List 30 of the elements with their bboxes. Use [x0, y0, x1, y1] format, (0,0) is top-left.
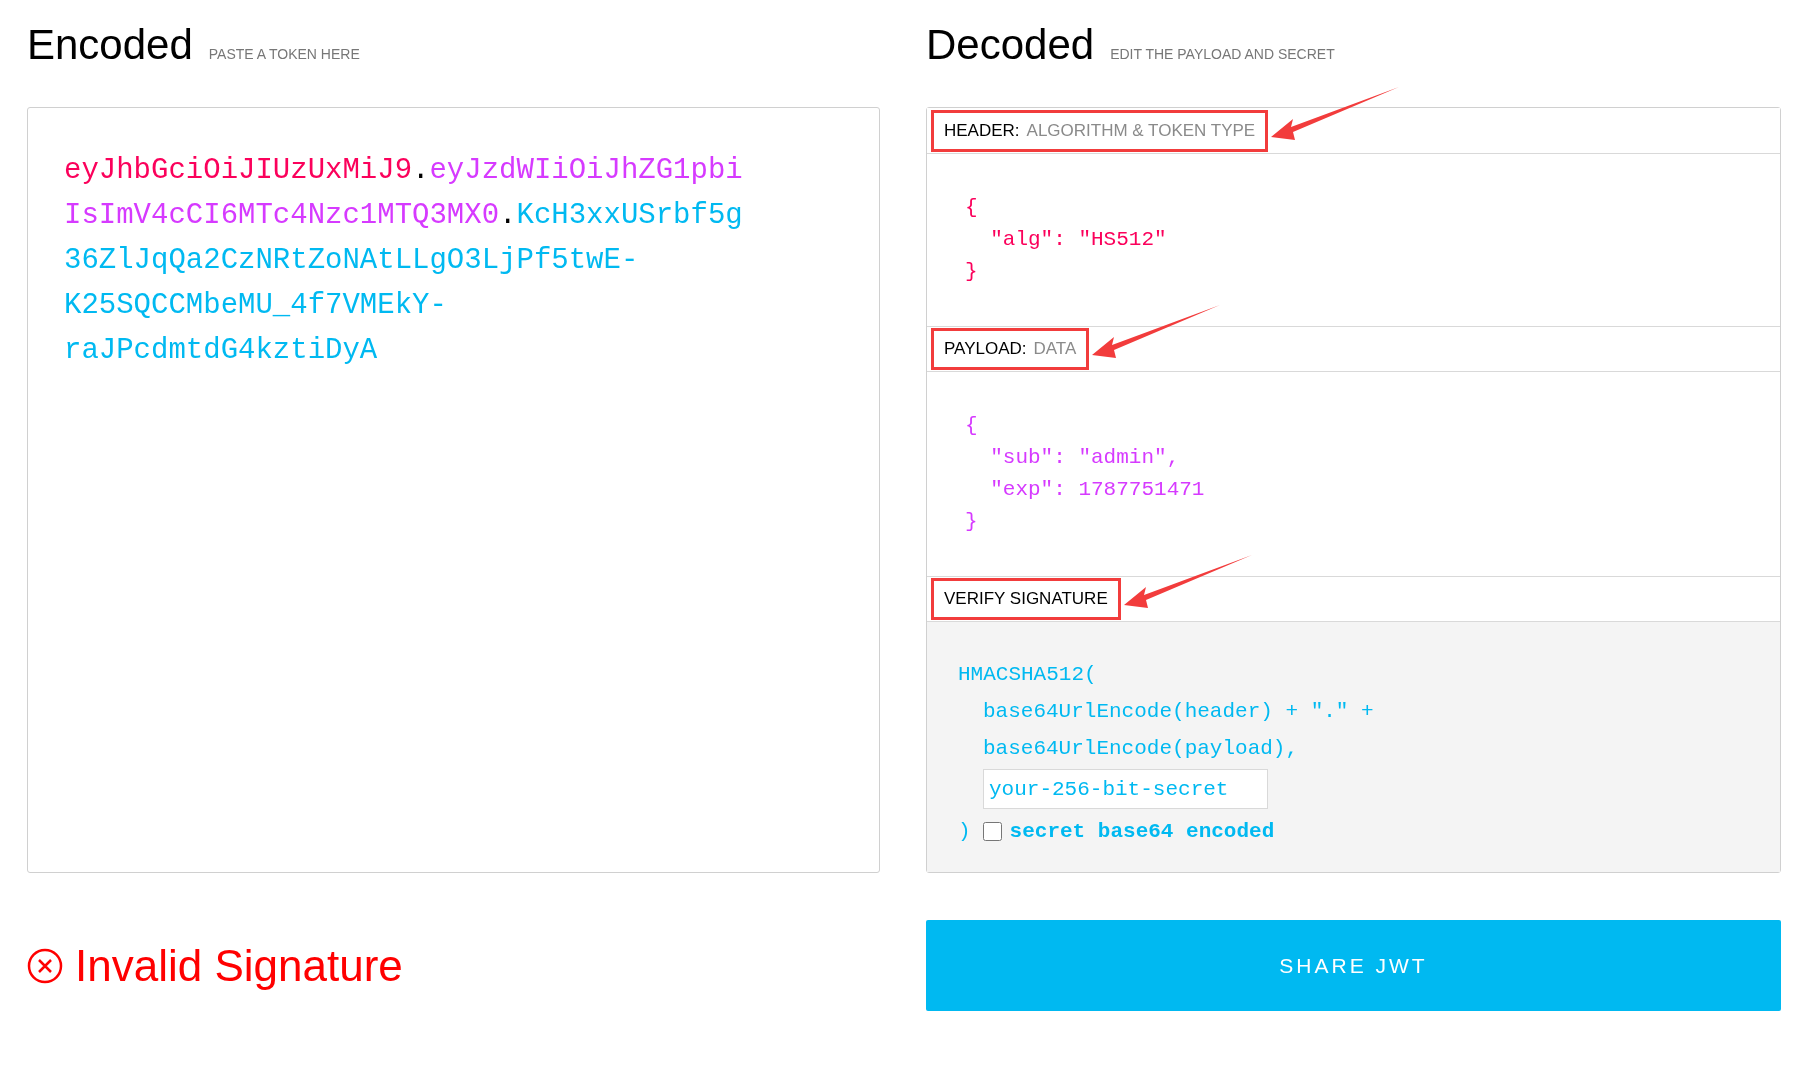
token-text: .	[499, 198, 517, 234]
code-line: "sub": "admin",	[989, 445, 1180, 471]
code-line: "exp": 1787751471	[989, 477, 1205, 503]
code-line: }	[965, 509, 978, 535]
token-text: K25SQCCMbeMU_4f7VMEkY-	[64, 288, 447, 324]
token-editor[interactable]: eyJhbGciOiJIUzUxMiJ9.eyJzdWIiOiJhZG1pbi IsImV4cCI6MTc4Nzc1MTQ3MX0.KcH3xxUSrbf5g 36ZlJqQa2CzNRtZoNAtLLgO3LjPf5twE- K25SQCCMbeMU_4f7VMEkY- raJPcdmtdG4kztiDyA	[27, 107, 880, 873]
secret-input[interactable]: your-256-bit-secret	[983, 769, 1268, 809]
code-line: {	[965, 195, 978, 221]
section-title: Decoded	[926, 21, 1095, 69]
code-line: }	[965, 259, 978, 285]
code-line: {	[965, 413, 978, 439]
token-text: KcH3xxUSrbf5g	[516, 198, 743, 234]
code-line: "alg": "HS512"	[989, 227, 1167, 253]
code-line: HMACSHA512(	[958, 662, 1097, 688]
section-subtitle: PASTE A TOKEN HERE	[208, 45, 360, 64]
code-line: )	[958, 819, 971, 845]
checkbox[interactable]	[982, 822, 1002, 841]
token-text: 36ZlJqQa2CzNRtZoNAtLLgO3LjPf5twE-	[64, 243, 639, 279]
token-text: raJPcdmtdG4kztiDyA	[64, 333, 378, 369]
token-text: eyJzdWIiOiJhZG1pbi	[429, 153, 743, 189]
share-button[interactable]: SHARE JWT	[926, 920, 1781, 1011]
code-line: base64UrlEncode(payload),	[982, 736, 1299, 762]
token-text: eyJhbGciOiJIUzUxMiJ9	[64, 153, 413, 189]
checkbox-label[interactable]: secret base64 encoded	[1009, 813, 1275, 850]
section-title: Encoded	[27, 21, 193, 69]
token-text: .	[412, 153, 430, 189]
status-text: Invalid Signature	[75, 939, 403, 992]
code-line: base64UrlEncode(header) + "." +	[982, 699, 1374, 725]
section-subtitle: EDIT THE PAYLOAD AND SECRET	[1110, 45, 1335, 64]
token-text: IsImV4cCI6MTc4Nzc1MTQ3MX0	[64, 198, 500, 234]
